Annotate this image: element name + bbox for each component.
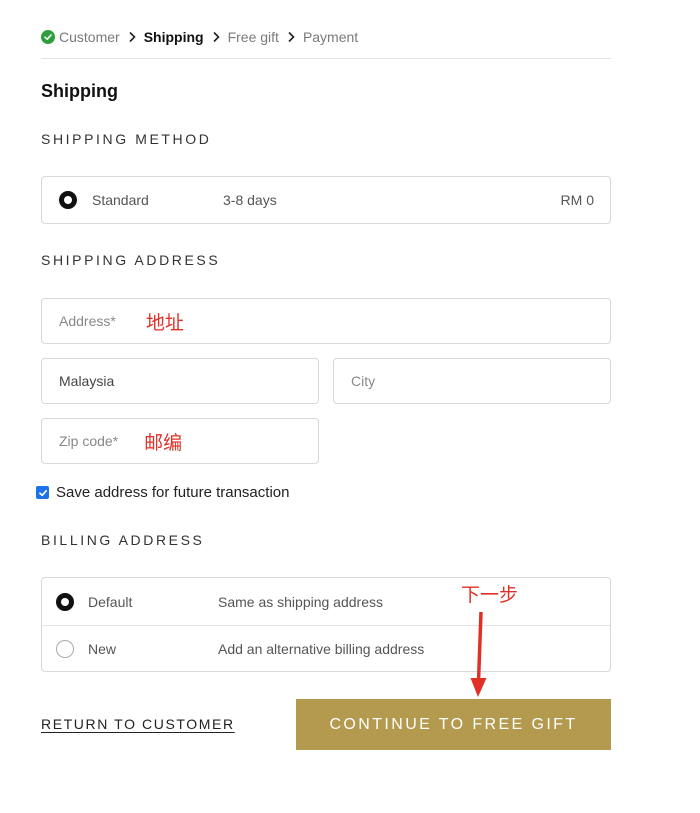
billing-option-name: New [88,641,117,657]
billing-address-options: Default Same as shipping address New Add… [41,577,611,672]
billing-option-description: Same as shipping address [218,593,383,610]
chevron-right-icon [204,27,228,47]
checkout-breadcrumb: Customer Shipping Free gift Payment [41,27,611,59]
shipping-method-option-standard[interactable]: Standard 3-8 days RM 0 [41,176,611,224]
shipping-method-price: RM 0 [560,192,594,208]
country-select[interactable]: Malaysia [41,358,319,404]
breadcrumb-label: Customer [59,29,120,45]
save-address-checkbox-row[interactable]: Save address for future transaction [36,484,289,501]
billing-option-name: Default [88,593,133,610]
annotation-arrow-icon [470,612,487,697]
address-placeholder: Address* [59,313,116,329]
breadcrumb-label: Payment [302,29,359,45]
save-address-label: Save address for future transaction [56,484,290,501]
next-step-annotation: 下一步 [461,584,519,606]
radio-selected-icon[interactable] [56,592,74,611]
shipping-method-duration: 3-8 days [223,192,277,208]
zip-annotation: 邮编 [144,431,183,454]
billing-option-new[interactable]: New Add an alternative billing address [42,625,610,672]
city-placeholder: City [351,373,376,389]
breadcrumb-step-customer[interactable]: Customer [41,27,120,47]
chevron-right-icon [120,27,144,47]
country-value: Malaysia [59,373,115,389]
breadcrumb-step-shipping: Shipping [144,27,204,47]
shipping-method-heading: SHIPPING METHOD [41,131,212,147]
breadcrumb-label: Shipping [143,29,204,45]
billing-address-heading: BILLING ADDRESS [41,532,205,548]
return-to-customer-link[interactable]: RETURN TO CUSTOMER [41,716,235,732]
address-annotation: 地址 [145,311,184,334]
radio-selected-icon[interactable] [59,191,77,209]
shipping-address-heading: SHIPPING ADDRESS [41,252,221,268]
radio-unselected-icon[interactable] [56,640,74,658]
address-input[interactable]: Address* 地址 [41,298,611,344]
breadcrumb-label: Free gift [227,29,279,45]
breadcrumb-step-payment: Payment [303,27,358,47]
zip-placeholder: Zip code* [59,433,119,449]
page-title: Shipping [41,81,118,101]
billing-option-description: Add an alternative billing address [218,641,425,657]
continue-to-free-gift-button[interactable]: CONTINUE TO FREE GIFT [296,699,611,750]
billing-option-default[interactable]: Default Same as shipping address [42,578,610,625]
check-circle-icon [41,30,55,44]
city-input[interactable]: City [333,358,611,404]
zip-code-input[interactable]: Zip code* 邮编 [41,418,319,464]
breadcrumb-step-free-gift: Free gift [228,27,279,47]
checkbox-checked-icon[interactable] [36,486,49,499]
chevron-right-icon [279,27,303,47]
shipping-method-name: Standard [92,192,149,208]
